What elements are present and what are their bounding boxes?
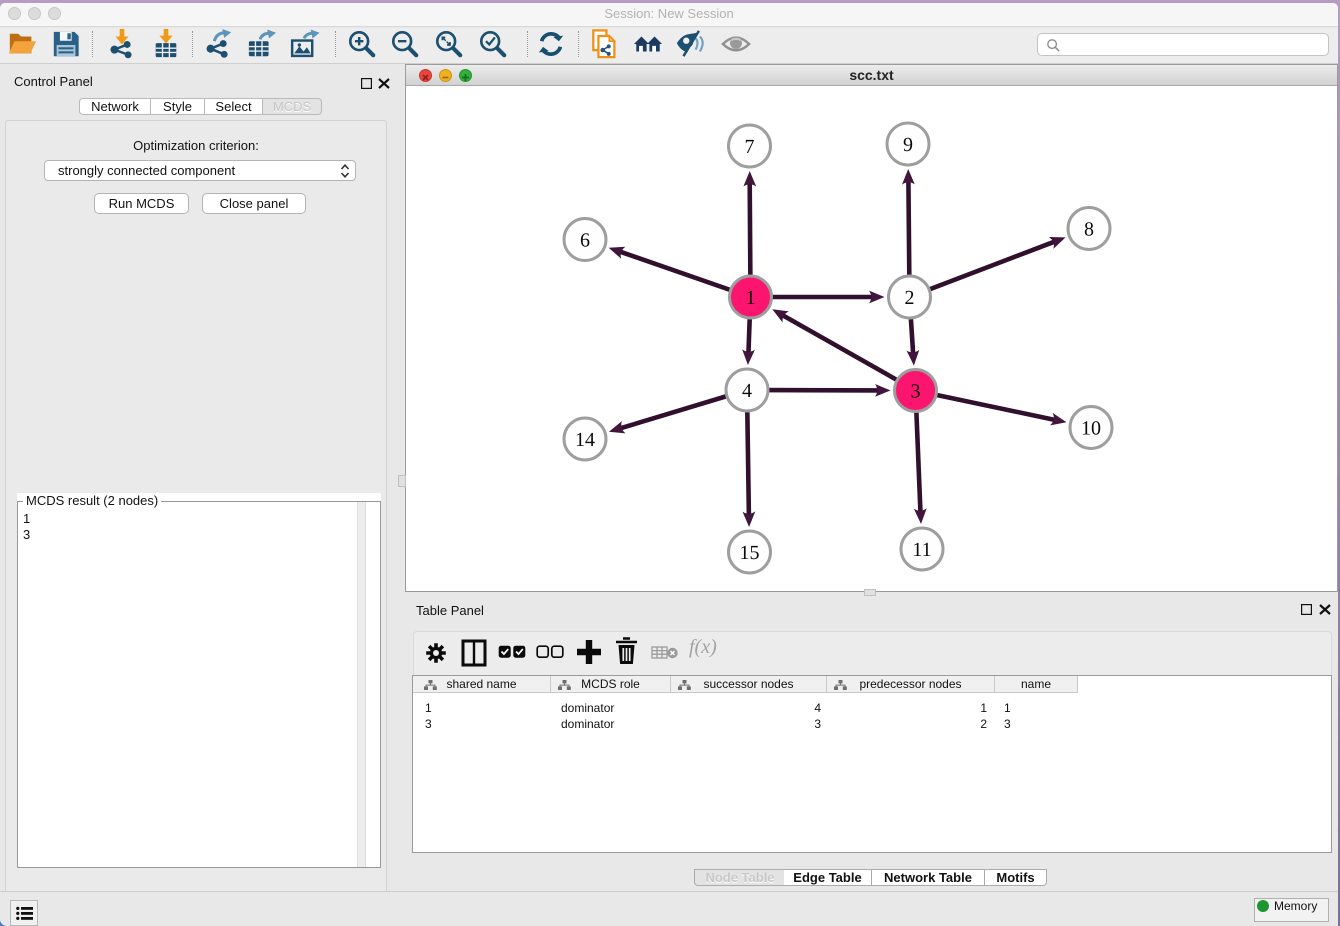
svg-text:8: 8	[1084, 219, 1094, 241]
svg-text:2: 2	[905, 287, 915, 309]
svg-text:3: 3	[911, 381, 921, 403]
svg-text:11: 11	[912, 539, 931, 561]
svg-text:7: 7	[745, 136, 755, 158]
svg-text:9: 9	[903, 134, 913, 156]
svg-text:10: 10	[1081, 418, 1101, 440]
svg-text:15: 15	[740, 542, 760, 564]
svg-text:4: 4	[742, 380, 752, 402]
svg-text:6: 6	[580, 230, 590, 252]
svg-text:14: 14	[575, 429, 595, 451]
svg-text:1: 1	[746, 287, 756, 309]
